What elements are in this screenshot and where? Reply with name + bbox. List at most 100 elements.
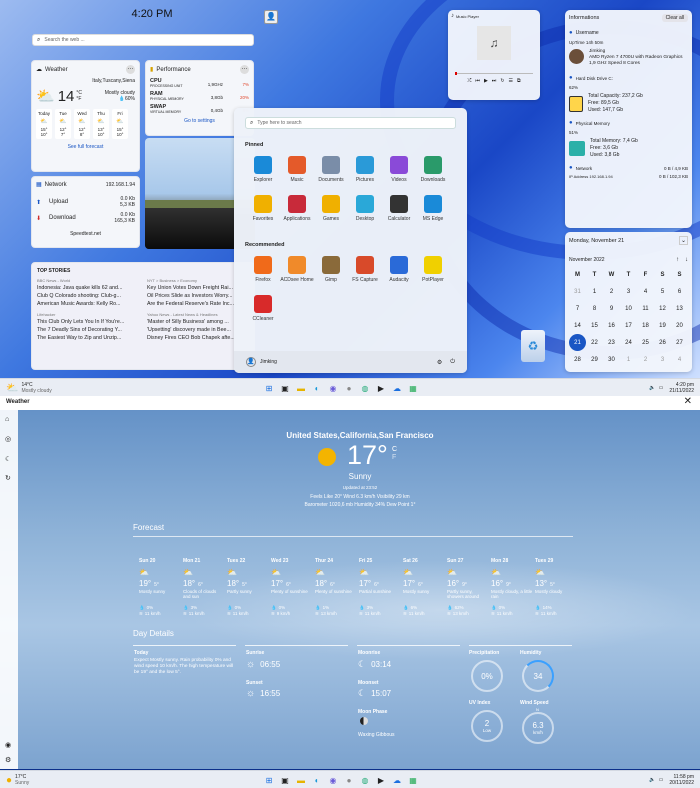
chevron-down-icon[interactable]: ⌄ <box>679 236 688 245</box>
network-icon[interactable]: ▭ <box>659 777 664 783</box>
calendar-day[interactable]: 5 <box>654 283 671 300</box>
calendar-day[interactable]: 6 <box>671 283 688 300</box>
play-icon[interactable]: ▶ <box>484 78 488 84</box>
clear-all-button[interactable]: Clear all <box>661 14 688 22</box>
speaker-icon[interactable]: 🔈 <box>649 777 655 783</box>
calendar-day[interactable]: 4 <box>671 351 688 368</box>
calendar-day[interactable]: 24 <box>620 334 637 351</box>
calendar-day[interactable]: 28 <box>569 351 586 368</box>
app-music[interactable]: Music <box>279 156 315 183</box>
calendar-day[interactable]: 14 <box>569 317 586 334</box>
calendar-day[interactable]: 19 <box>654 317 671 334</box>
calendar-day[interactable]: 9 <box>603 300 620 317</box>
task-view-icon[interactable]: ▣ <box>279 774 291 786</box>
user-avatar-button[interactable]: 👤 <box>264 10 278 24</box>
calendar-day[interactable]: 21 <box>569 334 586 351</box>
edge-icon[interactable]: ◐ <box>311 382 323 394</box>
forecast-day[interactable]: Fri 25 ⛅ 17° 6° Partial sunshine 💧 3% ≋ 11 km/h <box>359 558 401 617</box>
user-icon[interactable]: 👤 <box>246 357 256 367</box>
shuffle-icon[interactable]: ⤮ <box>467 78 471 84</box>
forecast-day[interactable]: Wed ⛅ 12° 8° <box>74 109 90 139</box>
forecast-day[interactable]: Today ⛅ 15° 10° <box>36 109 52 139</box>
repeat-icon[interactable]: ↻ <box>500 78 504 84</box>
calendar-day[interactable]: 15 <box>586 317 603 334</box>
network-icon[interactable]: ▭ <box>659 385 664 391</box>
network-widget[interactable]: ▦ Network 192.168.1.94 ⬆ Upload 0.0 Kb 5,3 KB… <box>31 176 140 248</box>
file-explorer-icon[interactable]: ▬ <box>295 382 307 394</box>
calendar-day[interactable]: 2 <box>603 283 620 300</box>
speedtest-link[interactable]: Speedtest.net <box>36 231 135 237</box>
app-explorer[interactable]: Explorer <box>245 156 281 183</box>
app-fs-capture[interactable]: FS Capture <box>347 256 383 283</box>
calendar-day[interactable]: 8 <box>586 300 603 317</box>
list-icon[interactable]: ☰ <box>509 78 513 84</box>
power-icon[interactable]: ⏻ <box>450 359 455 366</box>
calendar-day[interactable]: 27 <box>671 334 688 351</box>
open-icon[interactable]: ⧉ <box>517 78 521 84</box>
down-arrow-icon[interactable]: ↓ <box>685 257 688 263</box>
calendar-month[interactable]: November 2022 <box>569 257 605 263</box>
user-icon[interactable]: ◉ <box>5 741 11 749</box>
calendar-day[interactable]: 10 <box>620 300 637 317</box>
start-user-name[interactable]: Jimking <box>260 359 277 365</box>
calendar-day[interactable]: 23 <box>603 334 620 351</box>
web-search-bar[interactable]: ⌕ Search the web ... <box>32 34 254 46</box>
settings-gear-icon[interactable]: ⚙ <box>437 359 442 366</box>
app-downloads[interactable]: Downloads <box>415 156 451 183</box>
app-desktop[interactable]: Desktop <box>347 195 383 222</box>
onedrive-icon[interactable]: ☁ <box>391 774 403 786</box>
forecast-day[interactable]: Sun 20 ⛅ 19° 5° Mostly sunny 💧 0% ≋ 11 km/h <box>139 558 181 617</box>
app-icon[interactable]: ▦ <box>407 774 419 786</box>
progress-bar[interactable] <box>455 72 533 75</box>
calendar-day[interactable]: 3 <box>654 351 671 368</box>
news-headline[interactable]: Club Q Colorado shooting: Club-g... <box>37 293 139 299</box>
windows-start-icon[interactable]: ⊞ <box>263 774 275 786</box>
calendar-day[interactable]: 11 <box>637 300 654 317</box>
edge-icon[interactable]: ◐ <box>311 774 323 786</box>
recycle-bin-icon[interactable]: ♻ <box>521 330 545 362</box>
calendar-day[interactable]: 30 <box>603 351 620 368</box>
refresh-icon[interactable]: ↻ <box>5 474 11 482</box>
forecast-day[interactable]: Sat 26 ⛅ 17° 6° Mostly sunny 💧 6% ≋ 11 km/h <box>403 558 445 617</box>
taskbar-date[interactable]: 20/11/2022 <box>669 780 694 786</box>
forecast-day[interactable]: Thur 24 ⛅ 18° 6° Plenty of sunshine 💧 1% ≋ 13 km… <box>315 558 357 617</box>
chat-icon[interactable]: ◉ <box>327 382 339 394</box>
forecast-day[interactable]: Tue ⛅ 12° 7° <box>55 109 71 139</box>
calendar-day[interactable]: 20 <box>671 317 688 334</box>
unit-f[interactable]: °F <box>76 96 81 102</box>
calendar-day[interactable]: 26 <box>654 334 671 351</box>
app-ccleaner[interactable]: CCleaner <box>245 295 281 322</box>
app-audacity[interactable]: Audacity <box>381 256 417 283</box>
forecast-day[interactable]: Mon 28 ⛅ 16° 9° Mostly cloudy, a little rain… <box>491 558 533 617</box>
music-player[interactable]: ♪ Music Player ♫ ⤮ ⏮ ▶ ⏭ ↻ ☰ ⧉ <box>448 10 540 100</box>
windows-start-icon[interactable]: ⊞ <box>263 382 275 394</box>
media-icon[interactable]: ▶ <box>375 382 387 394</box>
taskbar-date[interactable]: 21/11/2022 <box>669 388 694 394</box>
app-documents[interactable]: Documents <box>313 156 349 183</box>
taskbar-weather-desc[interactable]: Sunny <box>15 780 29 786</box>
forecast-day[interactable]: Fri ⛅ 15° 10° <box>112 109 128 139</box>
calendar-day[interactable]: 7 <box>569 300 586 317</box>
unit-f[interactable]: F <box>392 454 396 461</box>
start-search-input[interactable]: Type here to search <box>257 120 301 126</box>
calendar-day[interactable]: 18 <box>637 317 654 334</box>
calendar-day[interactable]: 13 <box>671 300 688 317</box>
speaker-icon[interactable]: 🔈 <box>649 385 655 391</box>
onedrive-icon[interactable]: ☁ <box>391 382 403 394</box>
file-explorer-icon[interactable]: ▬ <box>295 774 307 786</box>
app-ms-edge[interactable]: MS Edge <box>415 195 451 222</box>
forecast-day[interactable]: Wed 23 ⛅ 17° 6° Plenty of sunshine 💧 0% ≋ 9 km/h <box>271 558 313 617</box>
app-calculator[interactable]: Calculator <box>381 195 417 222</box>
forecast-day[interactable]: Sun 27 ⛅ 16° 9° Partly sunny, showers around… <box>447 558 489 617</box>
more-options-button[interactable]: … <box>240 65 249 74</box>
full-forecast-link[interactable]: See full forecast <box>36 144 135 150</box>
news-headline[interactable]: The Easiest Way to Zip and Unzip... <box>37 335 139 341</box>
app-games[interactable]: Games <box>313 195 349 222</box>
app-gimp[interactable]: Gimp <box>313 256 349 283</box>
app-acdsee-home[interactable]: ACDsee Home <box>279 256 315 283</box>
more-options-button[interactable]: … <box>126 65 135 74</box>
forecast-day[interactable]: Thu ⛅ 13° 10° <box>93 109 109 139</box>
web-search-input[interactable]: Search the web ... <box>44 37 84 43</box>
app-pictures[interactable]: Pictures <box>347 156 383 183</box>
media-icon[interactable]: ▶ <box>375 774 387 786</box>
